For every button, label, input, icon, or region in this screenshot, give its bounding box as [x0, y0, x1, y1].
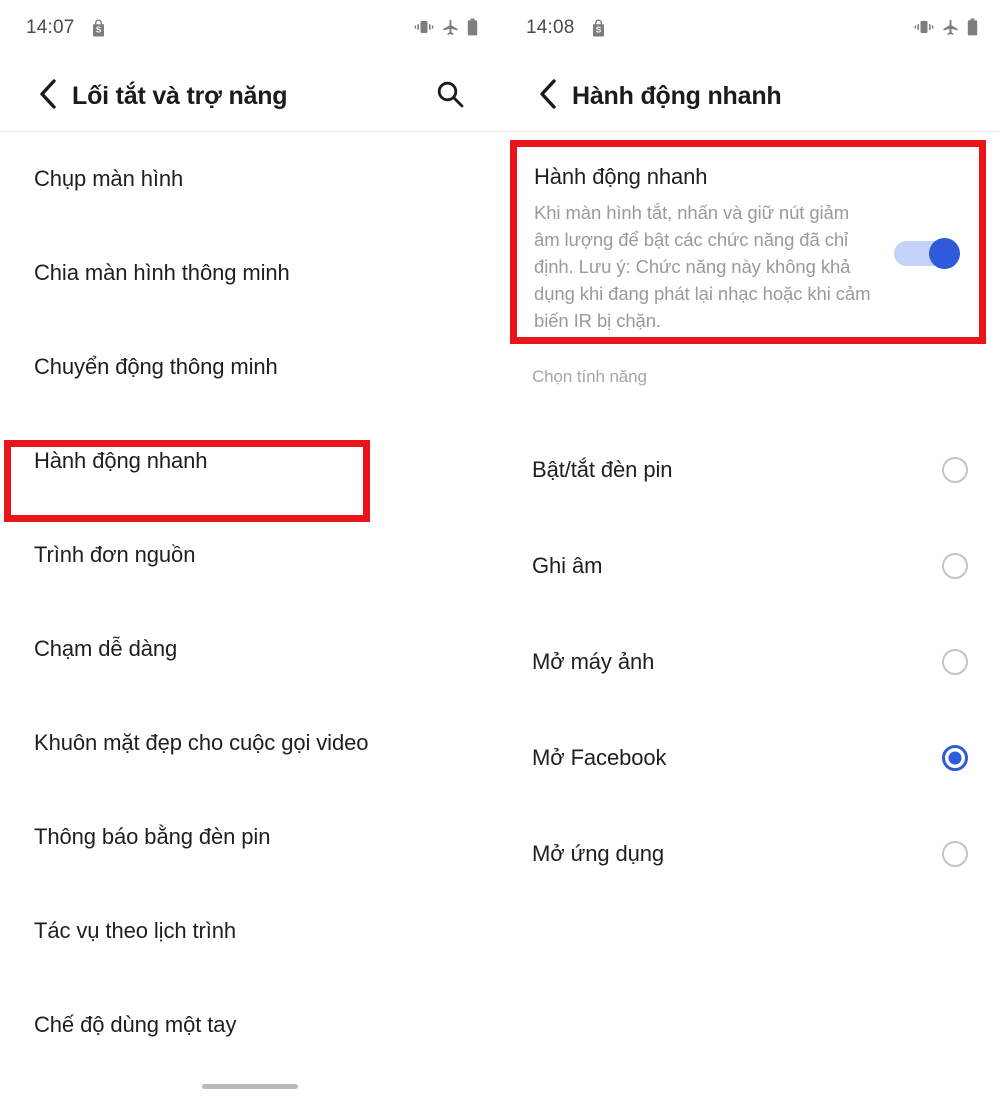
battery-icon	[967, 18, 978, 36]
vibrate-icon	[414, 19, 434, 35]
feature-option-label: Bật/tắt đèn pin	[532, 457, 673, 482]
settings-list-item-label: Chụp màn hình	[34, 166, 184, 191]
back-chevron-icon	[537, 78, 559, 115]
settings-list-item[interactable]: Tác vụ theo lịch trình	[0, 884, 500, 978]
settings-list-item[interactable]: Hành động nhanh	[0, 414, 500, 508]
status-bar-time: 14:07	[26, 17, 75, 38]
settings-list-item[interactable]: Thông báo bằng đèn pin	[0, 790, 500, 884]
settings-list-item[interactable]: Chụp màn hình	[0, 132, 500, 226]
settings-list-item-label: Chế độ dùng một tay	[34, 1012, 237, 1037]
right-phone-screen: 14:08 S Hành động nhanh Hành động nhanh …	[500, 0, 1000, 1111]
search-icon	[435, 79, 465, 114]
search-button[interactable]	[430, 76, 470, 116]
settings-list-item-label: Chạm dễ dàng	[34, 636, 178, 661]
toolbar-right: Hành động nhanh	[500, 62, 1000, 132]
settings-list-item[interactable]: Chạm dễ dàng	[0, 602, 500, 696]
status-bar-icons-left	[414, 17, 478, 37]
battery-icon	[467, 18, 478, 36]
radio-button-selected[interactable]	[942, 745, 968, 771]
gesture-bar-left[interactable]	[202, 1084, 298, 1089]
radio-button[interactable]	[942, 841, 968, 867]
svg-text:S: S	[96, 25, 102, 34]
airplane-mode-icon	[942, 19, 959, 36]
page-title-right: Hành động nhanh	[572, 82, 782, 110]
back-button-right[interactable]	[530, 78, 566, 114]
vibrate-icon	[914, 19, 934, 35]
toggle-thumb	[929, 238, 960, 269]
airplane-mode-icon	[442, 19, 459, 36]
back-chevron-icon	[37, 78, 59, 115]
quick-action-toggle[interactable]	[894, 238, 960, 269]
radio-button[interactable]	[942, 649, 968, 675]
feature-option-row[interactable]: Mở Facebook	[500, 710, 1000, 806]
settings-list-item[interactable]: Khuôn mặt đẹp cho cuộc gọi video	[0, 696, 500, 790]
settings-list: Chụp màn hình Chia màn hình thông minh Chu…	[0, 132, 500, 1072]
status-bar-right: 14:08 S	[500, 0, 1000, 62]
section-label-choose-feature: Chọn tính năng	[532, 367, 647, 386]
radio-button[interactable]	[942, 457, 968, 483]
feature-option-row[interactable]: Bật/tắt đèn pin	[500, 422, 1000, 518]
shopping-bag-icon: S	[590, 19, 607, 37]
page-title-left: Lối tắt và trợ năng	[72, 82, 288, 110]
feature-card-description: Khi màn hình tắt, nhấn và giữ nút giảm â…	[534, 202, 871, 331]
feature-option-row[interactable]: Ghi âm	[500, 518, 1000, 614]
left-phone-screen: 14:07 S Lối tắt và trợ năng Chụp màn hìn…	[0, 0, 500, 1111]
status-bar-icons-right	[914, 17, 978, 37]
feature-option-label: Mở ứng dụng	[532, 841, 665, 866]
feature-option-list: Bật/tắt đèn pin Ghi âm Mở máy ảnh Mở Facebo…	[500, 422, 1000, 902]
shopping-bag-icon: S	[90, 19, 107, 37]
settings-list-item-label: Trình đơn nguồn	[34, 542, 196, 567]
feature-card-title: Hành động nhanh	[534, 164, 708, 189]
settings-list-item[interactable]: Chuyển động thông minh	[0, 320, 500, 414]
settings-list-item-label: Khuôn mặt đẹp cho cuộc gọi video	[34, 730, 369, 755]
svg-text:S: S	[596, 25, 602, 34]
settings-list-item[interactable]: Trình đơn nguồn	[0, 508, 500, 602]
settings-list-item-label: Tác vụ theo lịch trình	[34, 918, 237, 943]
status-bar-left: 14:07 S	[0, 0, 500, 62]
radio-button[interactable]	[942, 553, 968, 579]
settings-list-item[interactable]: Chia màn hình thông minh	[0, 226, 500, 320]
feature-option-label: Mở Facebook	[532, 745, 667, 770]
feature-option-label: Mở máy ảnh	[532, 649, 655, 674]
back-button-left[interactable]	[30, 78, 66, 114]
feature-option-row[interactable]: Mở máy ảnh	[500, 614, 1000, 710]
status-bar-time: 14:08	[526, 17, 575, 38]
feature-option-label: Ghi âm	[532, 553, 603, 578]
screenshot-root: 14:07 S Lối tắt và trợ năng Chụp màn hìn…	[0, 0, 1000, 1111]
settings-list-item[interactable]: Chế độ dùng một tay	[0, 978, 500, 1072]
settings-list-item-label: Chuyển động thông minh	[34, 354, 278, 379]
toolbar-left: Lối tắt và trợ năng	[0, 62, 500, 132]
settings-list-item-label: Hành động nhanh	[34, 448, 208, 473]
feature-option-row[interactable]: Mở ứng dụng	[500, 806, 1000, 902]
quick-action-feature-card[interactable]: Hành động nhanh Khi màn hình tắt, nhấn v…	[510, 140, 986, 344]
settings-list-item-label: Thông báo bằng đèn pin	[34, 824, 271, 849]
settings-list-item-label: Chia màn hình thông minh	[34, 260, 290, 285]
